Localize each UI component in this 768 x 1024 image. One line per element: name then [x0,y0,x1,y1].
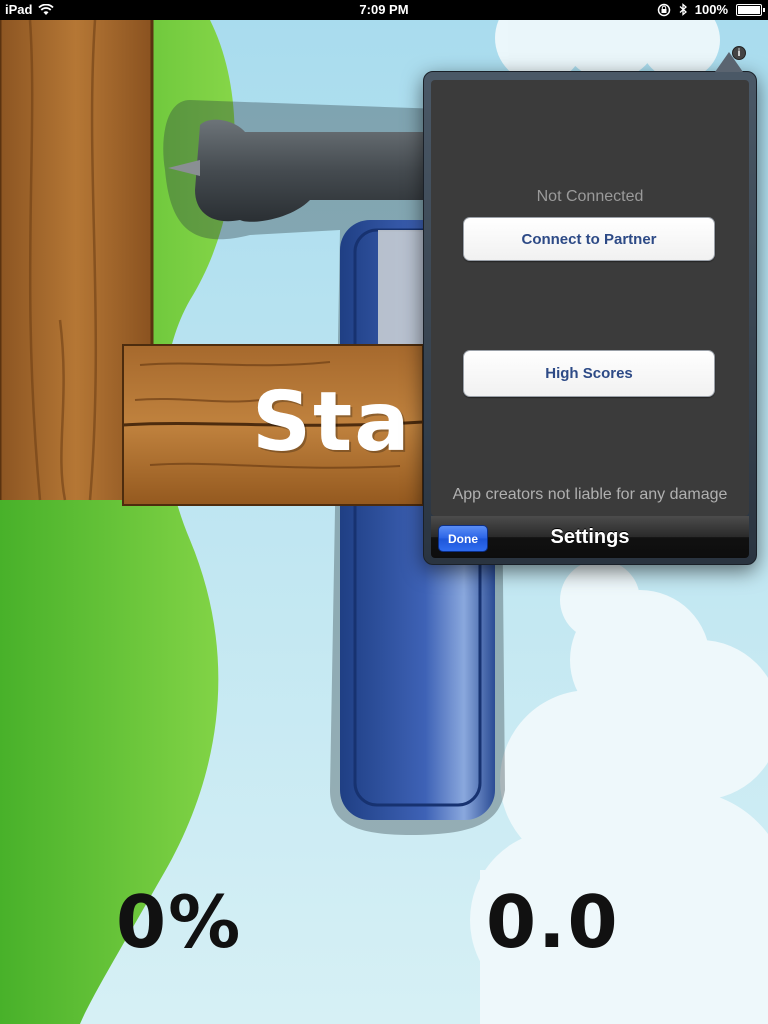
connect-partner-button[interactable]: Connect to Partner [463,217,715,261]
rotation-lock-icon [657,3,670,16]
settings-toolbar: Done Settings [431,516,749,558]
bluetooth-icon [679,3,687,16]
status-bar: iPad 7:09 PM 100% [0,0,768,20]
battery-icon [736,3,765,16]
disclaimer-text: App creators not liable for any damage [452,486,728,503]
battery-percent: 100% [694,2,728,17]
connection-status: Not Connected [536,188,644,205]
info-icon[interactable]: i [732,46,746,60]
high-scores-button[interactable]: High Scores [463,350,715,397]
progress-percent: 0% [116,880,243,964]
start-sign-text[interactable]: Sta [252,375,422,470]
settings-popover: Not Connected Connect to Partner High Sc… [423,71,757,565]
settings-title: Settings [550,526,630,548]
score-value: 0.0 [486,880,620,964]
settings-content: Not Connected Connect to Partner High Sc… [431,80,749,516]
status-time: 7:09 PM [359,2,409,17]
